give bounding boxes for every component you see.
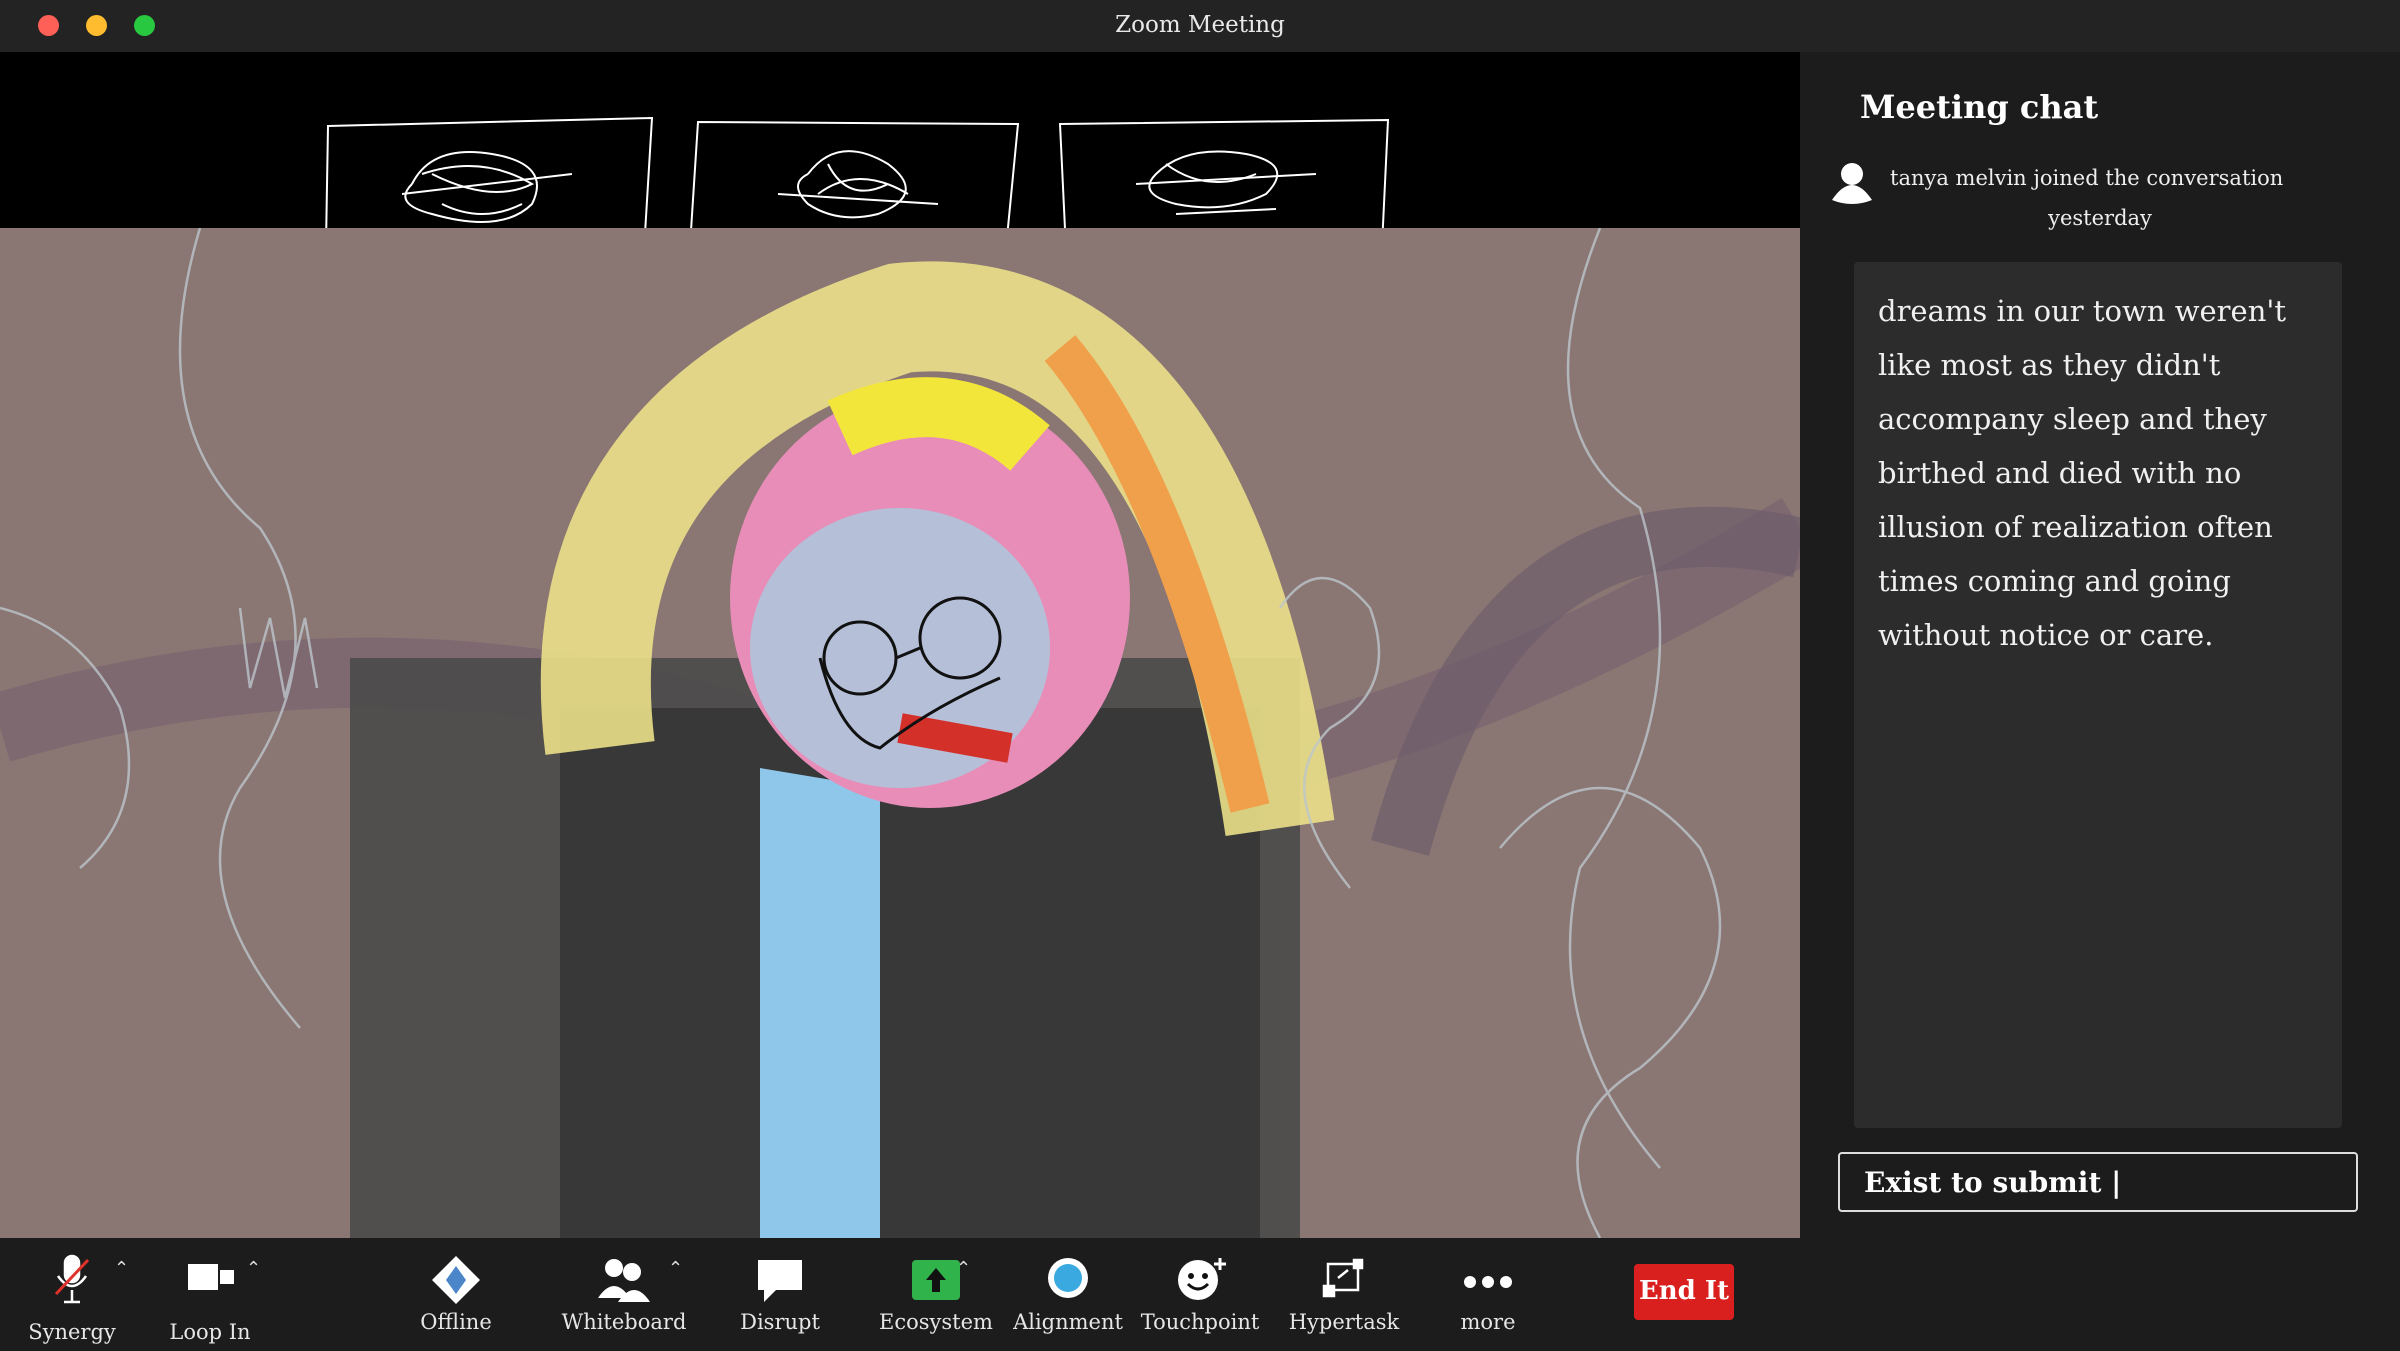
offline-button[interactable]: Offline xyxy=(386,1246,526,1346)
tool-label: more xyxy=(1460,1310,1516,1334)
apps-icon xyxy=(1314,1254,1374,1306)
tool-label: Touchpoint xyxy=(1140,1310,1260,1334)
hypertask-button[interactable]: Hypertask xyxy=(1274,1246,1414,1346)
user-avatar-icon xyxy=(1830,160,1874,204)
chevron-up-icon[interactable]: ⌃ xyxy=(114,1258,129,1279)
touchpoint-button[interactable]: Touchpoint xyxy=(1130,1246,1270,1346)
chat-message-text: dreams in our town weren't like most as … xyxy=(1878,294,2287,652)
end-meeting-button[interactable]: End It xyxy=(1634,1264,1734,1320)
participants-icon xyxy=(594,1254,654,1306)
ecosystem-button[interactable]: Ecosystem xyxy=(866,1246,1006,1346)
window-title: Zoom Meeting xyxy=(1115,12,1285,38)
chat-title: Meeting chat xyxy=(1860,88,2099,126)
tool-label: Offline xyxy=(420,1310,492,1334)
tool-label: Loop In xyxy=(169,1320,251,1344)
tool-label: Hypertask xyxy=(1288,1310,1400,1334)
participant-thumbnail-strip xyxy=(0,52,1800,252)
chat-event-text: tanya melvin joined the conversation xyxy=(1890,166,2284,190)
diamond-share-icon xyxy=(426,1254,486,1306)
speech-bubble-icon xyxy=(750,1254,810,1306)
chevron-up-icon[interactable]: ⌃ xyxy=(956,1258,971,1279)
more-dots-icon xyxy=(1458,1254,1518,1306)
reactions-icon xyxy=(1170,1254,1230,1306)
muted-microphone-icon xyxy=(42,1254,102,1306)
video-camera-icon xyxy=(180,1254,240,1306)
chat-panel: Meeting chat tanya melvin joined the con… xyxy=(1800,52,2400,1351)
chevron-up-icon[interactable]: ⌃ xyxy=(246,1258,261,1279)
speaker-painting xyxy=(0,228,1800,1238)
record-icon xyxy=(1038,1254,1098,1306)
meeting-toolbar: Synergy ⌃ Loop In ⌃ Offline Whiteboard ⌃… xyxy=(0,1238,1800,1351)
tool-label: Alignment xyxy=(1013,1310,1123,1334)
chat-event-timestamp: yesterday xyxy=(2048,206,2152,230)
chat-message: dreams in our town weren't like most as … xyxy=(1854,262,2342,1128)
chat-input[interactable]: Exist to submit | xyxy=(1838,1152,2358,1212)
tool-label: Synergy xyxy=(28,1320,116,1344)
alignment-button[interactable]: Alignment xyxy=(998,1246,1138,1346)
chevron-up-icon[interactable]: ⌃ xyxy=(668,1258,683,1279)
more-button[interactable]: more xyxy=(1418,1246,1558,1346)
tool-label: Ecosystem xyxy=(879,1310,993,1334)
title-bar: Zoom Meeting xyxy=(0,0,2400,52)
main-video-feed xyxy=(0,228,1800,1238)
tool-label: Disrupt xyxy=(740,1310,820,1334)
disrupt-button[interactable]: Disrupt xyxy=(710,1246,850,1346)
chat-input-value[interactable]: Exist to submit | xyxy=(1864,1166,2121,1199)
tool-label: Whiteboard xyxy=(561,1310,687,1334)
end-meeting-label: End It xyxy=(1638,1276,1730,1306)
